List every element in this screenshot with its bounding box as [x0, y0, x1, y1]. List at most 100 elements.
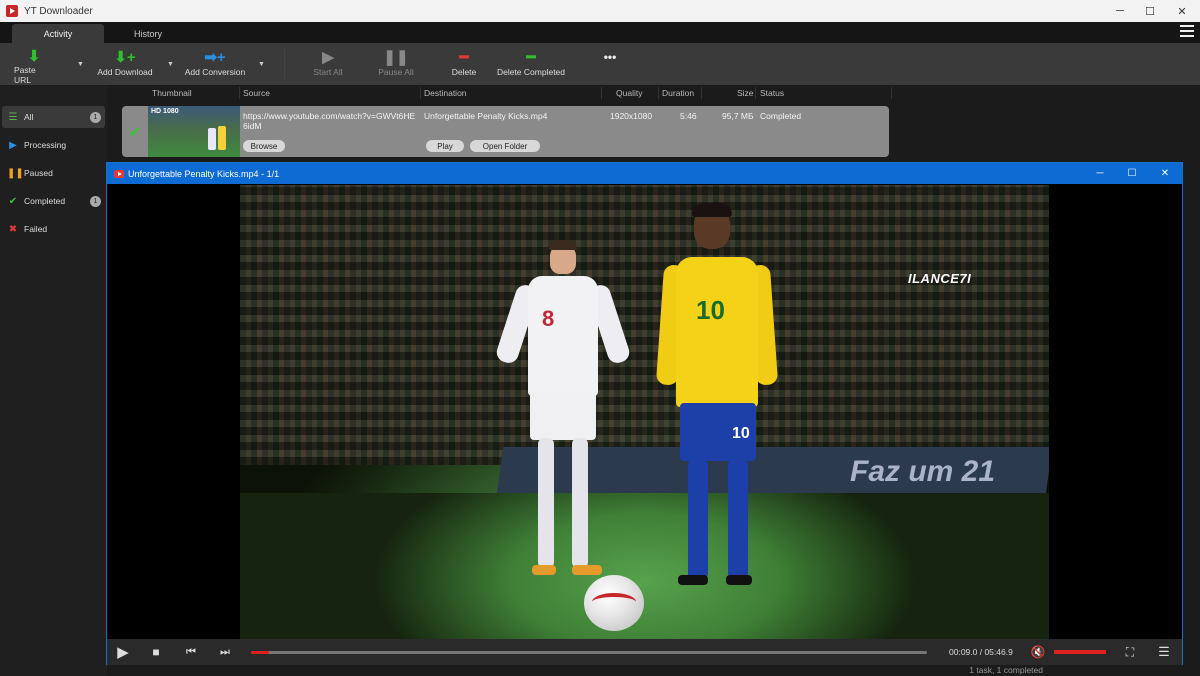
sidebar-item-all[interactable]: ☰ All 1	[2, 106, 105, 128]
pause-icon: ❚❚	[7, 167, 24, 179]
table-row[interactable]: ✔ HD 1080 https://www.youtube.com/watch?…	[122, 106, 889, 157]
column-divider[interactable]	[420, 87, 421, 99]
delete-completed-button[interactable]: ━ Delete Completed	[494, 47, 568, 83]
fullscreen-icon[interactable]: ⛶	[1122, 644, 1138, 660]
check-icon: ✔	[8, 195, 18, 207]
play-icon[interactable]: ▶	[115, 644, 131, 661]
close-icon[interactable]: ✕	[1149, 163, 1181, 184]
column-divider[interactable]	[701, 87, 702, 99]
playback-time: 00:09.0 / 05:46.9	[949, 647, 1013, 657]
column-divider[interactable]	[755, 87, 756, 99]
window-title: YT Downloader	[24, 5, 93, 17]
shirt-number: 10	[696, 295, 725, 325]
paste-url-dropdown-icon[interactable]: ▼	[77, 61, 84, 68]
tab-strip: Activity History	[0, 22, 1200, 43]
hd-badge: HD 1080	[151, 108, 179, 115]
cross-icon: ✖	[8, 223, 18, 235]
toolbar-divider	[284, 49, 285, 79]
column-header[interactable]: Size	[737, 88, 754, 98]
tab-activity[interactable]: Activity	[12, 24, 104, 43]
tab-history[interactable]: History	[102, 24, 194, 43]
size-value: 95,7 МБ	[722, 111, 754, 121]
download-arrow-icon: ⬇	[27, 48, 41, 65]
more-button[interactable]: •••	[596, 47, 624, 83]
minimize-icon[interactable]: ─	[1104, 0, 1136, 22]
add-conversion-dropdown-icon[interactable]: ▼	[258, 61, 265, 68]
minimize-icon[interactable]: ─	[1084, 163, 1116, 184]
column-divider[interactable]	[658, 87, 659, 99]
add-conversion-icon: ➡+	[204, 49, 226, 66]
sidebar-item-completed[interactable]: ✔ Completed 1	[2, 190, 105, 212]
pause-all-button[interactable]: ❚❚ Pause All	[376, 47, 416, 83]
football	[584, 575, 644, 631]
seek-bar[interactable]	[251, 651, 927, 654]
toolbar: ⬇ Paste URL ▼ ⬇+ Add Download ▼ ➡+ Add C…	[0, 43, 1200, 85]
maximize-icon[interactable]: ☐	[1134, 0, 1166, 22]
column-header[interactable]: Status	[760, 88, 784, 98]
quality-value: 1920x1080	[610, 111, 653, 121]
advertising-text: Faz um 21	[850, 455, 996, 488]
start-all-button[interactable]: ▶ Start All	[308, 47, 348, 83]
seek-progress	[251, 651, 269, 654]
next-icon[interactable]: ⏭	[217, 644, 233, 660]
open-folder-button[interactable]: Open Folder	[470, 140, 540, 152]
column-header[interactable]: Thumbnail	[152, 88, 192, 98]
table-header: Thumbnail Source Destination Quality Dur…	[107, 85, 1200, 102]
column-header[interactable]: Duration	[662, 88, 694, 98]
column-divider[interactable]	[601, 87, 602, 99]
menu-icon[interactable]	[1180, 25, 1194, 37]
volume-slider[interactable]	[1054, 650, 1106, 654]
check-icon: ✔	[129, 124, 141, 140]
status-value: Completed	[760, 111, 802, 121]
mute-icon[interactable]: 🔇	[1029, 644, 1047, 660]
add-download-icon: ⬇+	[114, 49, 136, 66]
playlist-icon[interactable]: ☰	[1156, 644, 1172, 660]
player-controls: ▶ ■ ⏮ ⏭ 00:09.0 / 05:46.9 🔇 ⛶ ☰	[107, 639, 1182, 665]
sidebar: ☰ All 1 ▶ Processing ❚❚ Paused ✔ Complet…	[0, 85, 107, 676]
delete-button[interactable]: ━ Delete	[446, 47, 482, 83]
status-text: 1 task, 1 completed	[969, 665, 1043, 675]
volume-level	[1054, 650, 1106, 654]
video-thumbnail: HD 1080	[148, 106, 240, 157]
minus-icon: ━	[459, 49, 469, 66]
sidebar-item-failed[interactable]: ✖ Failed	[2, 218, 105, 240]
player-title: Unforgettable Penalty Kicks.mp4 - 1/1	[128, 168, 280, 179]
player-title-bar[interactable]: Unforgettable Penalty Kicks.mp4 - 1/1 ─ …	[107, 163, 1182, 184]
shorts-number: 10	[732, 425, 750, 442]
shirt-number: 8	[542, 306, 555, 331]
channel-watermark: ILANCE7I	[908, 271, 972, 286]
video-player-window[interactable]: Unforgettable Penalty Kicks.mp4 - 1/1 ─ …	[106, 162, 1183, 665]
play-icon: ▶	[322, 49, 334, 66]
add-conversion-button[interactable]: ➡+ Add Conversion	[182, 47, 248, 83]
count-badge: 1	[90, 111, 101, 123]
previous-icon[interactable]: ⏮	[183, 644, 199, 660]
sidebar-item-processing[interactable]: ▶ Processing	[2, 134, 105, 156]
add-download-button[interactable]: ⬇+ Add Download	[94, 47, 156, 83]
pause-icon: ❚❚	[383, 49, 409, 66]
destination-file: Unforgettable Penalty Kicks.mp4	[424, 111, 548, 121]
video-frame[interactable]: Faz um 21 ILANCE7I 8 10 10	[240, 185, 1049, 639]
add-download-dropdown-icon[interactable]: ▼	[167, 61, 174, 68]
title-bar: YT Downloader ─ ☐ ✕	[0, 0, 1200, 22]
maximize-icon[interactable]: ☐	[1116, 163, 1148, 184]
column-header[interactable]: Destination	[424, 88, 467, 98]
browse-button[interactable]: Browse	[243, 140, 285, 152]
column-divider[interactable]	[239, 87, 240, 99]
app-logo-icon	[6, 5, 18, 17]
list-icon: ☰	[8, 111, 18, 123]
player-england: 8	[494, 240, 632, 600]
column-header[interactable]: Source	[243, 88, 270, 98]
minus-green-icon: ━	[526, 49, 536, 66]
sidebar-item-paused[interactable]: ❚❚ Paused	[2, 162, 105, 184]
player-brazil: 10 10	[652, 203, 782, 603]
column-divider[interactable]	[891, 87, 892, 99]
duration-value: 5:46	[680, 111, 697, 121]
source-url: https://www.youtube.com/watch?v=GWVt6HE6…	[243, 111, 416, 131]
close-icon[interactable]: ✕	[1166, 0, 1198, 22]
stop-icon[interactable]: ■	[149, 644, 163, 660]
play-button[interactable]: Play	[426, 140, 464, 152]
more-dots-icon: •••	[603, 50, 617, 64]
paste-url-button[interactable]: ⬇ Paste URL	[14, 47, 54, 85]
column-header[interactable]: Quality	[616, 88, 642, 98]
count-badge: 1	[90, 195, 101, 207]
